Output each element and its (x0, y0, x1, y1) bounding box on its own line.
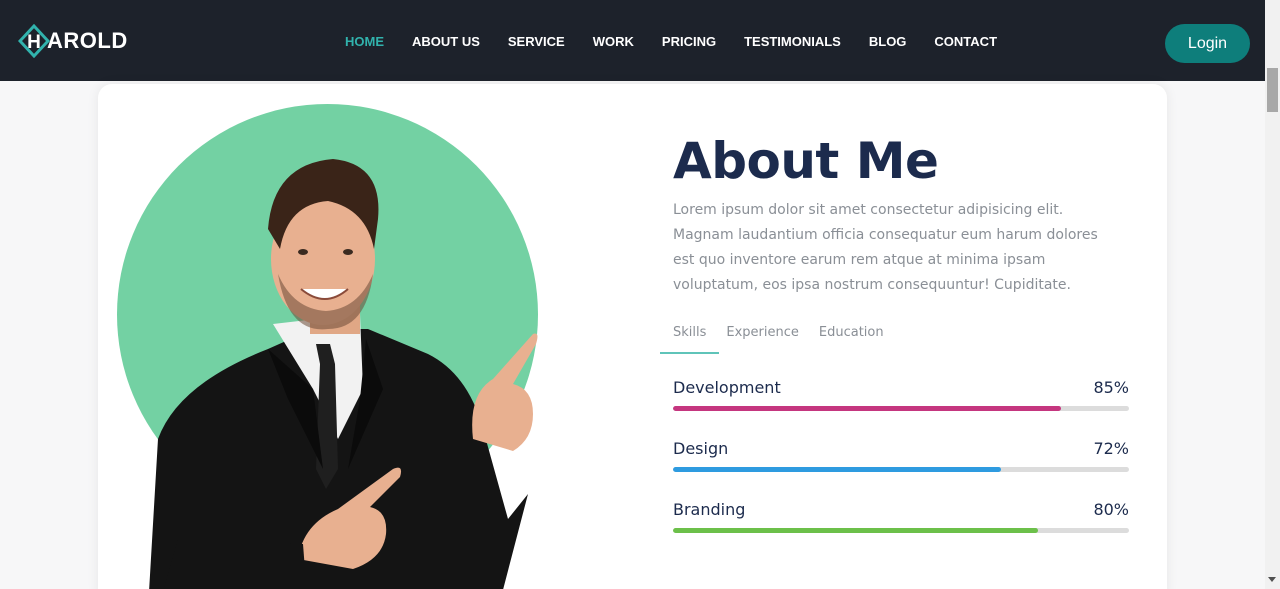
scroll-down-arrow-icon[interactable] (1268, 577, 1276, 582)
progress-fill (673, 406, 1061, 411)
nav-item-testimonials[interactable]: TESTIMONIALS (744, 34, 841, 49)
skill-percent: 85% (1093, 378, 1129, 397)
page-scrollbar[interactable] (1265, 0, 1280, 589)
about-card: About Me Lorem ipsum dolor sit amet cons… (98, 84, 1167, 589)
skill-name: Development (673, 378, 781, 397)
top-navbar: H AROLD HOME ABOUT US SERVICE WORK PRICI… (0, 0, 1265, 81)
skill-name: Design (673, 439, 729, 458)
skill-development: Development 85% (673, 378, 1129, 411)
main-nav: HOME ABOUT US SERVICE WORK PRICING TESTI… (331, 34, 1011, 49)
skill-design: Design 72% (673, 439, 1129, 472)
progress-fill (673, 528, 1038, 533)
skill-percent: 72% (1093, 439, 1129, 458)
about-title: About Me (673, 132, 939, 190)
tab-experience[interactable]: Experience (713, 325, 812, 354)
nav-item-service[interactable]: SERVICE (508, 34, 565, 49)
nav-item-contact[interactable]: CONTACT (934, 34, 997, 49)
about-description: Lorem ipsum dolor sit amet consectetur a… (673, 202, 1098, 293)
nav-item-work[interactable]: WORK (593, 34, 634, 49)
skill-percent: 80% (1093, 500, 1129, 519)
person-photo (138, 139, 558, 589)
nav-item-about-us[interactable]: ABOUT US (412, 34, 480, 49)
scrollbar-thumb[interactable] (1267, 68, 1278, 112)
progress-fill (673, 467, 1002, 472)
brand-name: AROLD (47, 28, 128, 53)
login-button[interactable]: Login (1165, 24, 1250, 63)
brand-logo[interactable]: H AROLD (17, 23, 128, 59)
skill-name: Branding (673, 500, 746, 519)
about-tabs: Skills Experience Education (660, 325, 891, 354)
tab-skills[interactable]: Skills (660, 325, 720, 354)
progress-track (673, 528, 1129, 533)
progress-track (673, 467, 1129, 472)
nav-item-pricing[interactable]: PRICING (662, 34, 716, 49)
progress-track (673, 406, 1129, 411)
nav-item-home[interactable]: HOME (345, 34, 384, 49)
nav-item-blog[interactable]: BLOG (869, 34, 907, 49)
tab-education[interactable]: Education (806, 325, 897, 354)
logo-letter: H (27, 32, 41, 53)
logo-diamond-icon: H (17, 23, 51, 59)
skill-branding: Branding 80% (673, 500, 1129, 533)
